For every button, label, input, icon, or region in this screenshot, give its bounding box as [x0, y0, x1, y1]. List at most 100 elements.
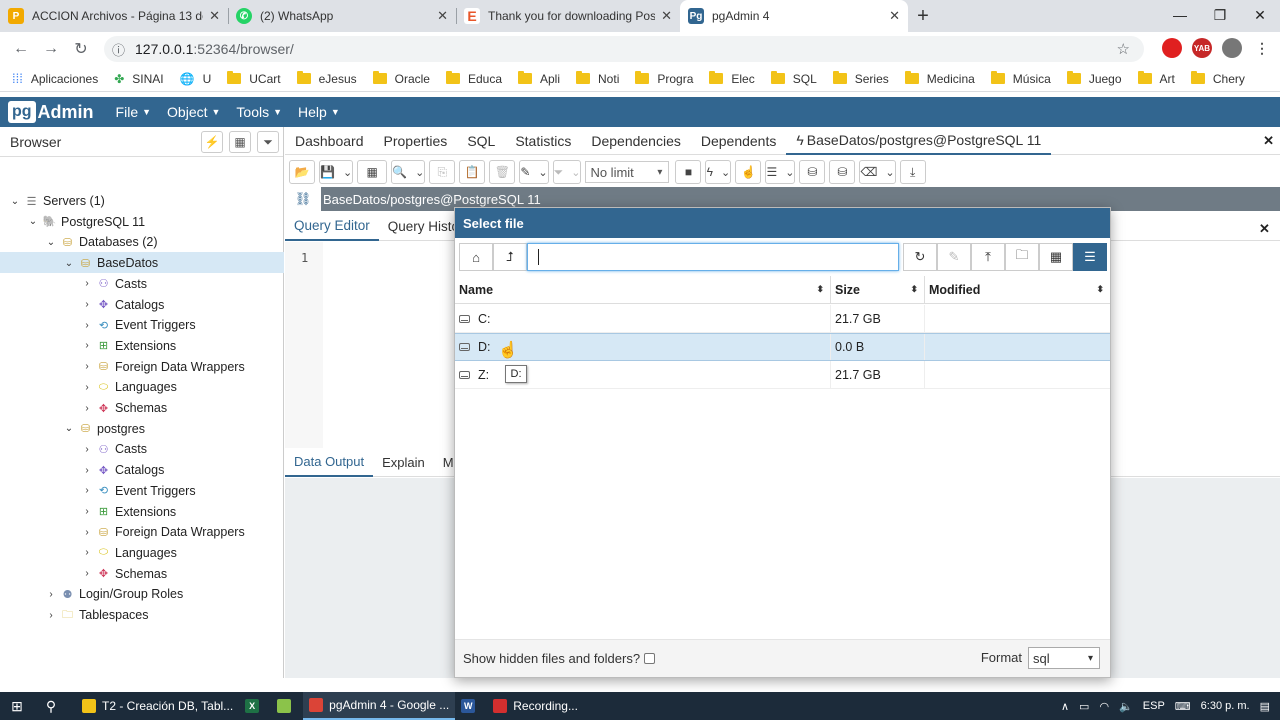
copy-button[interactable]: ⎘ [429, 160, 456, 184]
tab-sql[interactable]: SQL [457, 127, 505, 155]
bookmark-item[interactable]: Progra [635, 71, 693, 86]
network-icon[interactable]: ◠ [1099, 700, 1109, 713]
bookmark-item[interactable]: Educa [445, 71, 502, 86]
link-icon[interactable]: ⛓ [285, 187, 321, 211]
tree-node[interactable]: › ⛁ Foreign Data Wrappers [80, 522, 244, 542]
execute-button[interactable]: ϟ [705, 160, 732, 184]
tree-node[interactable]: › ⛁ Foreign Data Wrappers [80, 357, 244, 377]
extension-yab-icon[interactable]: YAB [1192, 38, 1212, 58]
edit-button[interactable]: ✎ [519, 160, 549, 184]
menu-kebab-icon[interactable]: ⋮ [1252, 38, 1272, 58]
tray-chevron-icon[interactable]: ∧ [1061, 700, 1069, 713]
tab-query-editor[interactable]: Query Editor [285, 213, 379, 241]
rename-button[interactable]: ✎ [937, 243, 971, 271]
search-icon[interactable]: ⚲ [34, 698, 68, 715]
bookmark-item[interactable]: 🌐 U [180, 72, 212, 86]
chevron-right-icon[interactable]: › [80, 278, 94, 289]
taskbar-app[interactable]: X [239, 692, 271, 720]
keyboard-icon[interactable]: ⌨ [1175, 700, 1191, 713]
tree-node[interactable]: › 🗀 Tablespaces [44, 605, 148, 625]
tab-statistics[interactable]: Statistics [505, 127, 581, 155]
column-modified[interactable]: Modified ⬍ [925, 276, 1110, 303]
chevron-right-icon[interactable]: › [80, 568, 94, 579]
rollback-button[interactable]: ⛁ [829, 160, 856, 184]
file-row[interactable]: D: 0.0 B [455, 333, 1110, 361]
refresh-button[interactable]: ↻ [903, 243, 937, 271]
maximize-icon[interactable]: ❐ [1200, 0, 1240, 30]
file-row[interactable]: Z: 21.7 GB [455, 361, 1110, 389]
address-bar[interactable]: ⓘ 127.0.0.1:52364/browser/ ☆ [104, 36, 1144, 62]
macros-button[interactable]: ☰ [765, 160, 796, 184]
list-view-button[interactable]: ☰ [1073, 243, 1107, 271]
browser-tab-pgadmin[interactable]: Pg pgAdmin 4 ✕ [680, 0, 908, 32]
taskbar-app[interactable]: Recording... [487, 692, 584, 720]
tree-node[interactable]: ⌄ ☰ Servers (1) [8, 191, 105, 211]
taskbar-app[interactable]: pgAdmin 4 - Google ... [303, 692, 456, 720]
back-icon[interactable]: ← [6, 40, 36, 58]
tab-query-tool[interactable]: ϟ BaseDatos/postgres@PostgreSQL 11 [786, 127, 1052, 155]
chevron-down-icon[interactable]: ⌄ [62, 258, 76, 269]
tree-node[interactable]: ⌄ 🐘 PostgreSQL 11 [26, 212, 145, 232]
chevron-right-icon[interactable]: › [80, 547, 94, 558]
tree-node[interactable]: › ⊞ Extensions [80, 502, 176, 522]
bookmark-item[interactable]: Música [990, 71, 1051, 86]
bookmark-item[interactable]: Series [832, 71, 889, 86]
chevron-right-icon[interactable]: › [80, 361, 94, 372]
file-row[interactable]: C: 21.7 GB [455, 305, 1110, 333]
chevron-right-icon[interactable]: › [44, 610, 58, 621]
chevron-down-icon[interactable]: ⌄ [44, 237, 58, 248]
path-input[interactable] [527, 243, 899, 271]
chevron-right-icon[interactable]: › [80, 320, 94, 331]
format-select[interactable]: sql [1028, 647, 1100, 669]
chevron-right-icon[interactable]: › [80, 382, 94, 393]
extension-red-icon[interactable] [1162, 38, 1182, 58]
chevron-right-icon[interactable]: › [80, 465, 94, 476]
tree-node[interactable]: › ⬭ Languages [80, 543, 177, 563]
menu-help[interactable]: Help ▼ [298, 104, 340, 120]
bookmark-item[interactable]: UCart [227, 71, 281, 86]
new-tab-icon[interactable]: + [908, 0, 938, 32]
save-file-button[interactable]: 💾 [319, 160, 354, 184]
notifications-icon[interactable]: ▤ [1260, 700, 1270, 713]
tab-dashboard[interactable]: Dashboard [285, 127, 374, 155]
chevron-right-icon[interactable]: › [80, 403, 94, 414]
taskbar-app[interactable]: W [455, 692, 487, 720]
tree-node[interactable]: ⌄ ⛁ BaseDatos [62, 253, 158, 273]
upload-button[interactable]: ⤒ [971, 243, 1005, 271]
chevron-right-icon[interactable]: › [80, 444, 94, 455]
bookmark-item[interactable]: Art [1137, 71, 1175, 86]
close-editor-icon[interactable]: ✕ [1259, 221, 1270, 237]
commit-button[interactable]: ☝ [735, 160, 762, 184]
chevron-right-icon[interactable]: › [80, 506, 94, 517]
query-tool-icon[interactable]: ⚡ [201, 131, 223, 153]
paste-button[interactable]: 📋 [459, 160, 486, 184]
minimize-icon[interactable]: — [1160, 0, 1200, 30]
chevron-down-icon[interactable]: ⌄ [26, 216, 40, 227]
chevron-right-icon[interactable]: › [80, 527, 94, 538]
level-up-button[interactable]: ⮥ [493, 243, 527, 271]
tree-node[interactable]: › ✥ Catalogs [80, 460, 164, 480]
tree-node[interactable]: ⌄ ⛁ Databases (2) [44, 232, 158, 252]
bookmark-star-icon[interactable]: ☆ [1117, 40, 1130, 58]
tree-node[interactable]: › ⟲ Event Triggers [80, 481, 195, 501]
bookmark-item[interactable]: Elec [709, 71, 755, 86]
bookmark-item[interactable]: SQL [770, 71, 817, 86]
clear-button[interactable]: ⌫ [859, 160, 896, 184]
bookmark-item[interactable]: ⁞⁞⁞ Aplicaciones [12, 71, 98, 86]
tab-explain[interactable]: Explain [373, 449, 434, 477]
column-size[interactable]: Size ⬍ [831, 276, 925, 303]
tree-node[interactable]: ⌄ ⛁ postgres [62, 419, 145, 439]
tree-node[interactable]: › ⊞ Extensions [80, 336, 176, 356]
close-icon[interactable]: ✕ [661, 8, 672, 24]
bookmark-item[interactable]: Chery [1190, 71, 1245, 86]
close-window-icon[interactable]: ✕ [1240, 0, 1280, 30]
tab-data-output[interactable]: Data Output [285, 449, 374, 477]
forward-icon[interactable]: → [36, 40, 66, 58]
volume-icon[interactable]: 🔈 [1119, 700, 1133, 713]
filter-button[interactable]: ⏷ [552, 160, 582, 184]
tree-node[interactable]: › ⟲ Event Triggers [80, 315, 195, 335]
profile-avatar-icon[interactable] [1222, 38, 1242, 58]
find-button[interactable]: 🔍 [391, 160, 426, 184]
limit-select[interactable]: No limit [585, 161, 670, 183]
tree-node[interactable]: › ⬭ Languages [80, 377, 177, 397]
